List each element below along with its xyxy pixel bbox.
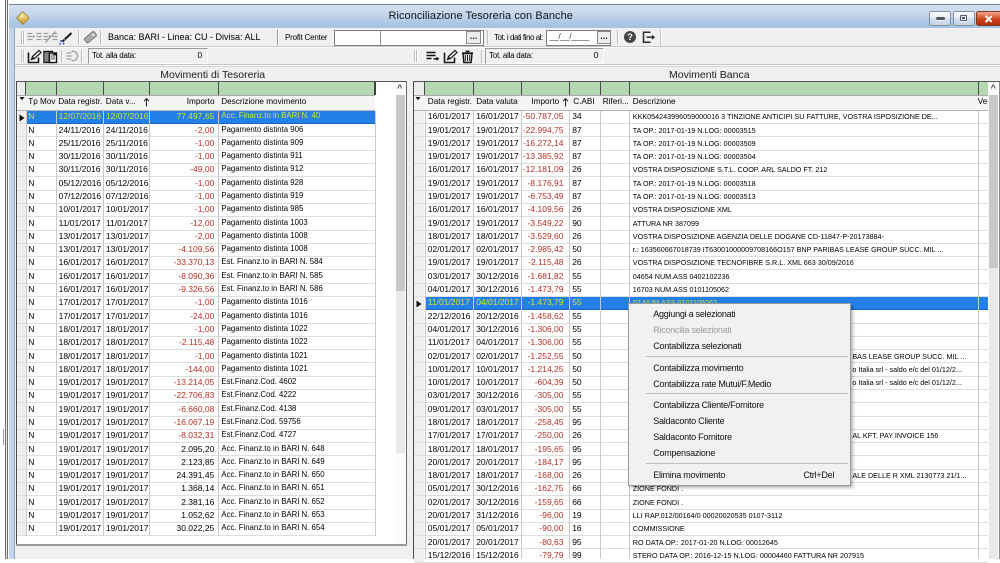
svg-text:?: ?: [627, 32, 633, 43]
